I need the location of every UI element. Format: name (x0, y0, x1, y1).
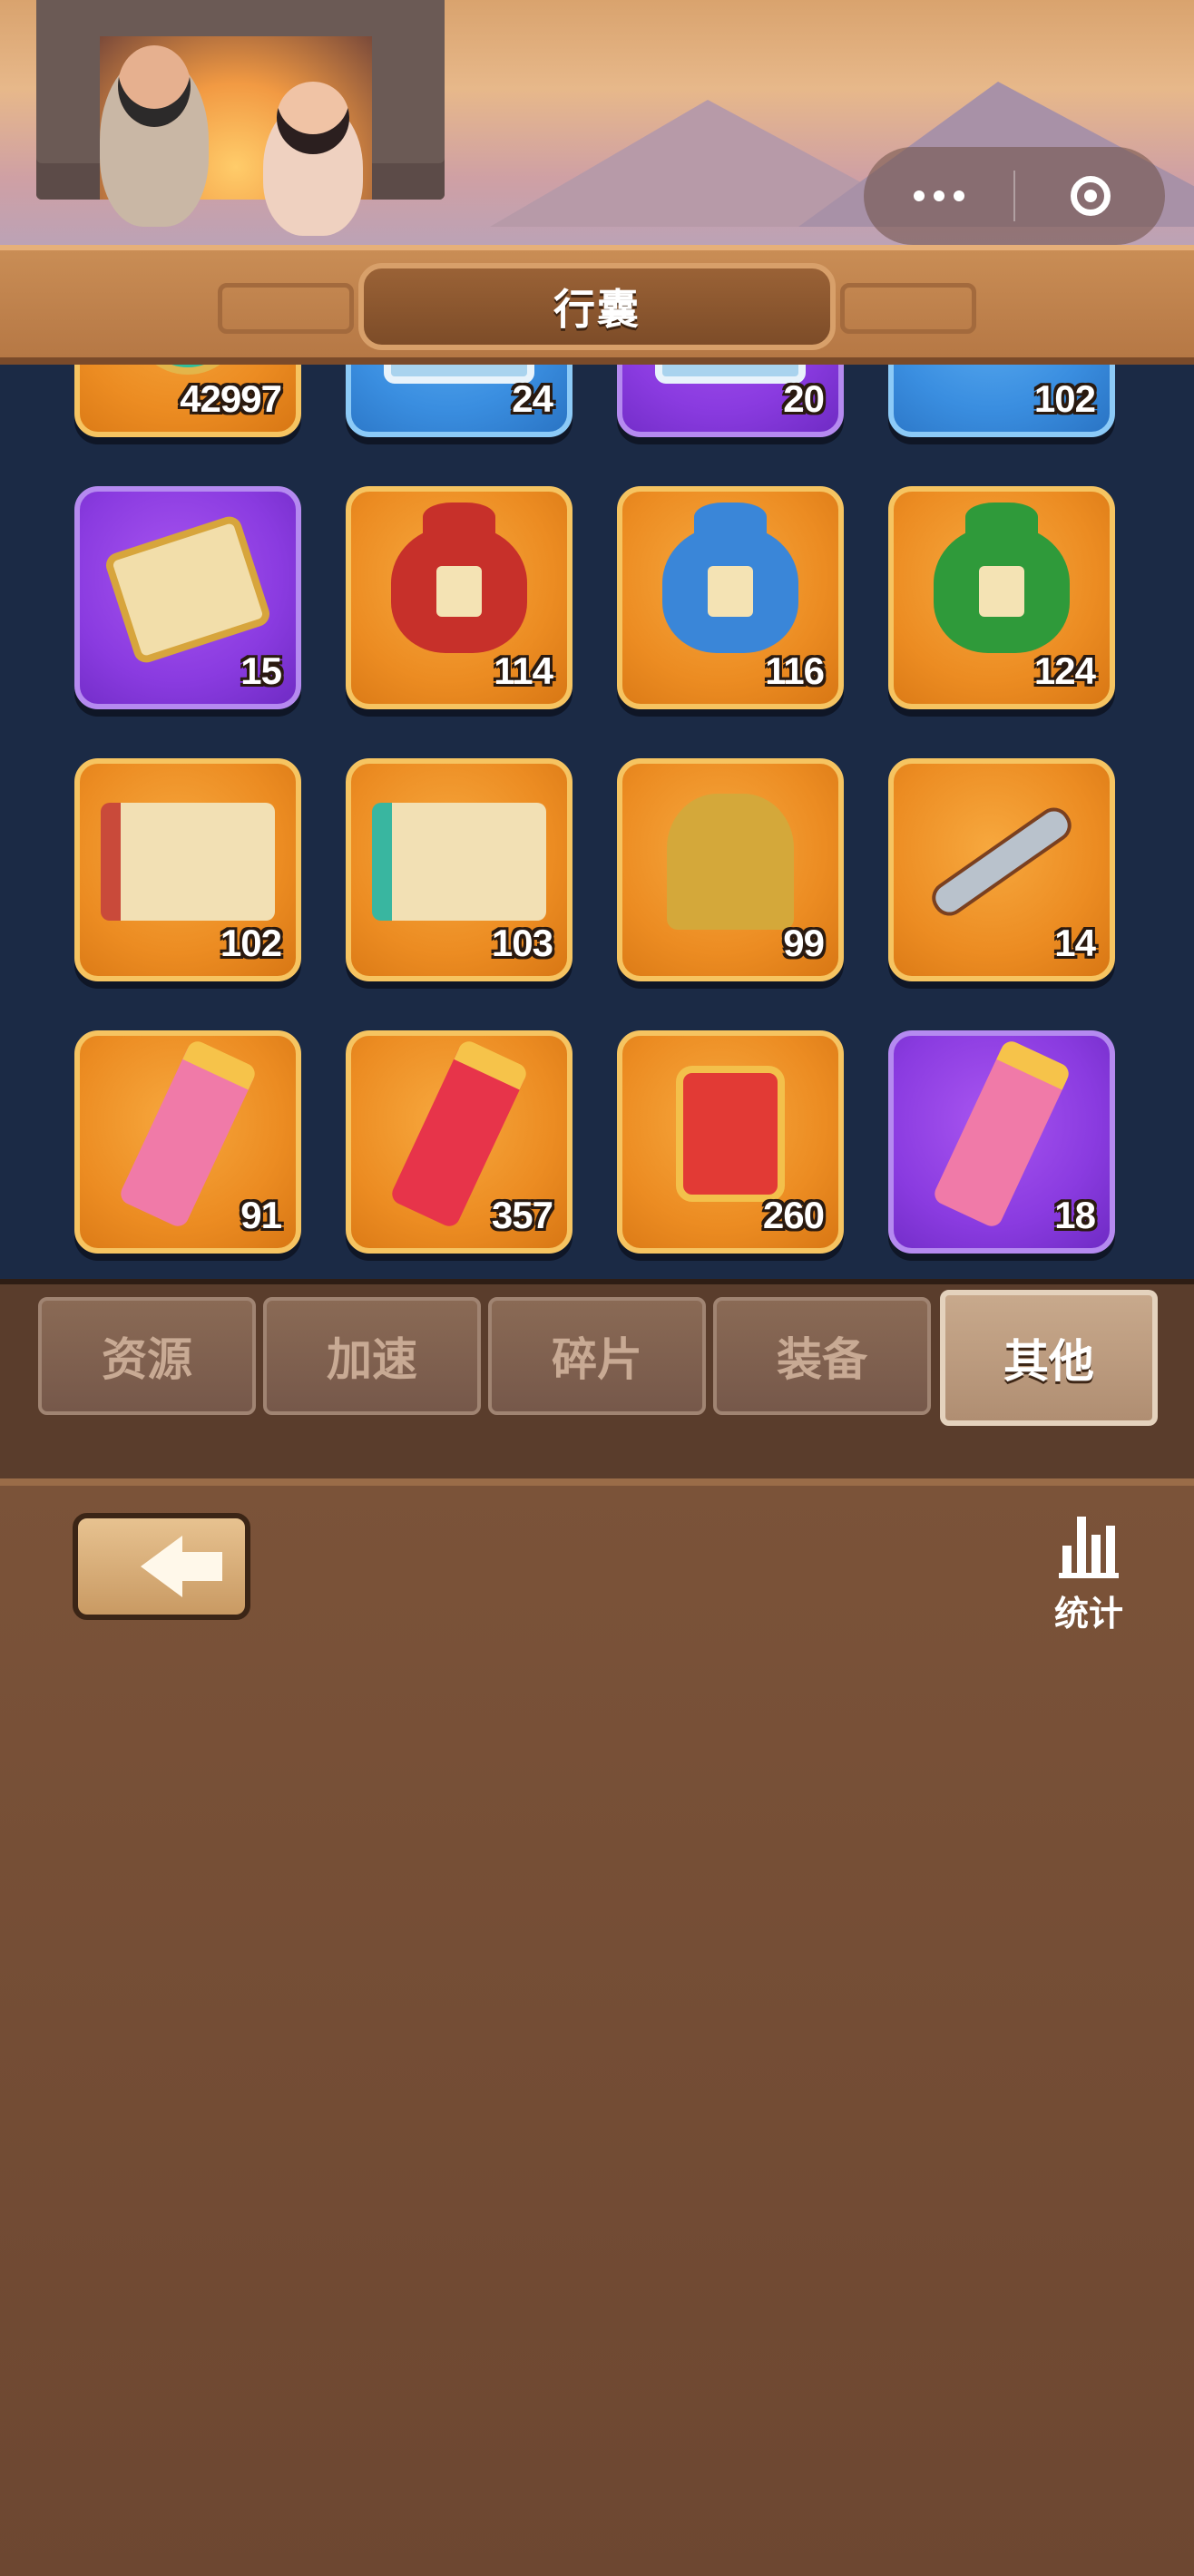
green-heart-bag-icon (934, 502, 1070, 653)
stats-label: 统计 (1053, 1595, 1123, 1634)
item-count: 18 (1054, 1194, 1096, 1236)
item-slot[interactable]: 357 (346, 1030, 573, 1254)
item-count: 102 (1033, 377, 1096, 420)
character-girl-illustration (263, 82, 363, 236)
item-slot[interactable]: 124 (888, 486, 1115, 709)
title-plate: 行囊 (358, 263, 836, 350)
more-dots-icon[interactable] (864, 147, 1013, 245)
bottom-bar: 统计 (0, 1478, 1194, 2576)
title-bar: 行囊 (0, 245, 1194, 365)
miniprogram-capsule (864, 147, 1165, 245)
back-arrow-icon (141, 1536, 222, 1597)
item-slot[interactable]: 15 (74, 486, 301, 709)
item-count: 42997 (180, 377, 282, 420)
tab-label: 其他 (1003, 1336, 1094, 1387)
item-count: 124 (1033, 649, 1096, 692)
item-slot[interactable]: 102 (888, 365, 1115, 437)
item-count: 114 (494, 649, 553, 692)
item-count: 116 (765, 649, 825, 692)
city-gate-illustration (36, 0, 445, 200)
page-title: 行囊 (553, 286, 641, 333)
tab-4[interactable]: 其他 (940, 1290, 1158, 1426)
item-count: 357 (491, 1194, 553, 1236)
blue-shield-bag-icon (662, 502, 798, 653)
item-count: 20 (783, 377, 825, 420)
item-slot[interactable]: 260 (617, 1030, 844, 1254)
item-count: 260 (762, 1194, 825, 1236)
target-circle-icon[interactable] (1015, 147, 1165, 245)
firecracker-icon (676, 1065, 785, 1202)
item-slot[interactable]: 99 (617, 758, 844, 981)
item-slot[interactable]: 20 (617, 365, 844, 437)
jade-gem-icon (131, 365, 245, 375)
item-count: 103 (491, 922, 553, 964)
item-slot[interactable]: 103 (346, 758, 573, 981)
item-count: 15 (240, 649, 282, 692)
tab-label: 装备 (777, 1334, 867, 1385)
pink-firecracker-icon (931, 1037, 1072, 1230)
item-slot[interactable]: 42997 (74, 365, 301, 437)
tab-label: 碎片 (552, 1334, 642, 1385)
ornament-left (218, 283, 354, 334)
item-count: 91 (240, 1194, 282, 1236)
item-count: 102 (220, 922, 282, 964)
item-count: 14 (1054, 922, 1096, 964)
tab-label: 加速 (327, 1334, 417, 1385)
item-slot[interactable]: 114 (346, 486, 573, 709)
tab-label: 资源 (102, 1334, 192, 1385)
crossed-swords-icon (930, 805, 1073, 917)
tab-3[interactable]: 装备 (713, 1297, 931, 1415)
category-tab-bar: 资源 加速 碎片 装备 其他 (0, 1279, 1194, 1484)
back-button[interactable] (73, 1513, 250, 1620)
attack-map-icon (101, 802, 275, 921)
tab-2[interactable]: 碎片 (488, 1297, 706, 1415)
item-grid[interactable]: 42997 24 20 102 15 114 116 124 102 103 99 14 91 357 26… (0, 365, 1194, 1279)
header-banner (0, 0, 1194, 254)
tab-0[interactable]: 资源 (38, 1297, 256, 1415)
bar-chart-icon (1059, 1509, 1119, 1578)
character-man-illustration (100, 45, 209, 227)
item-slot[interactable]: 14 (888, 758, 1115, 981)
search-scroll-icon (103, 512, 273, 666)
item-count: 24 (512, 377, 553, 420)
golden-lion-statue-icon (667, 793, 794, 930)
item-slot[interactable]: 91 (74, 1030, 301, 1254)
stats-button[interactable]: 统计 (1043, 1509, 1134, 1636)
pink-firework-icon (117, 1037, 259, 1230)
defense-map-icon (372, 802, 546, 921)
item-slot[interactable]: 116 (617, 486, 844, 709)
item-slot[interactable]: 102 (74, 758, 301, 981)
tab-1[interactable]: 加速 (263, 1297, 481, 1415)
item-count: 99 (783, 922, 825, 964)
item-slot[interactable]: 18 (888, 1030, 1115, 1254)
red-sword-bag-icon (391, 502, 527, 653)
item-slot[interactable]: 24 (346, 365, 573, 437)
ornament-right (840, 283, 976, 334)
